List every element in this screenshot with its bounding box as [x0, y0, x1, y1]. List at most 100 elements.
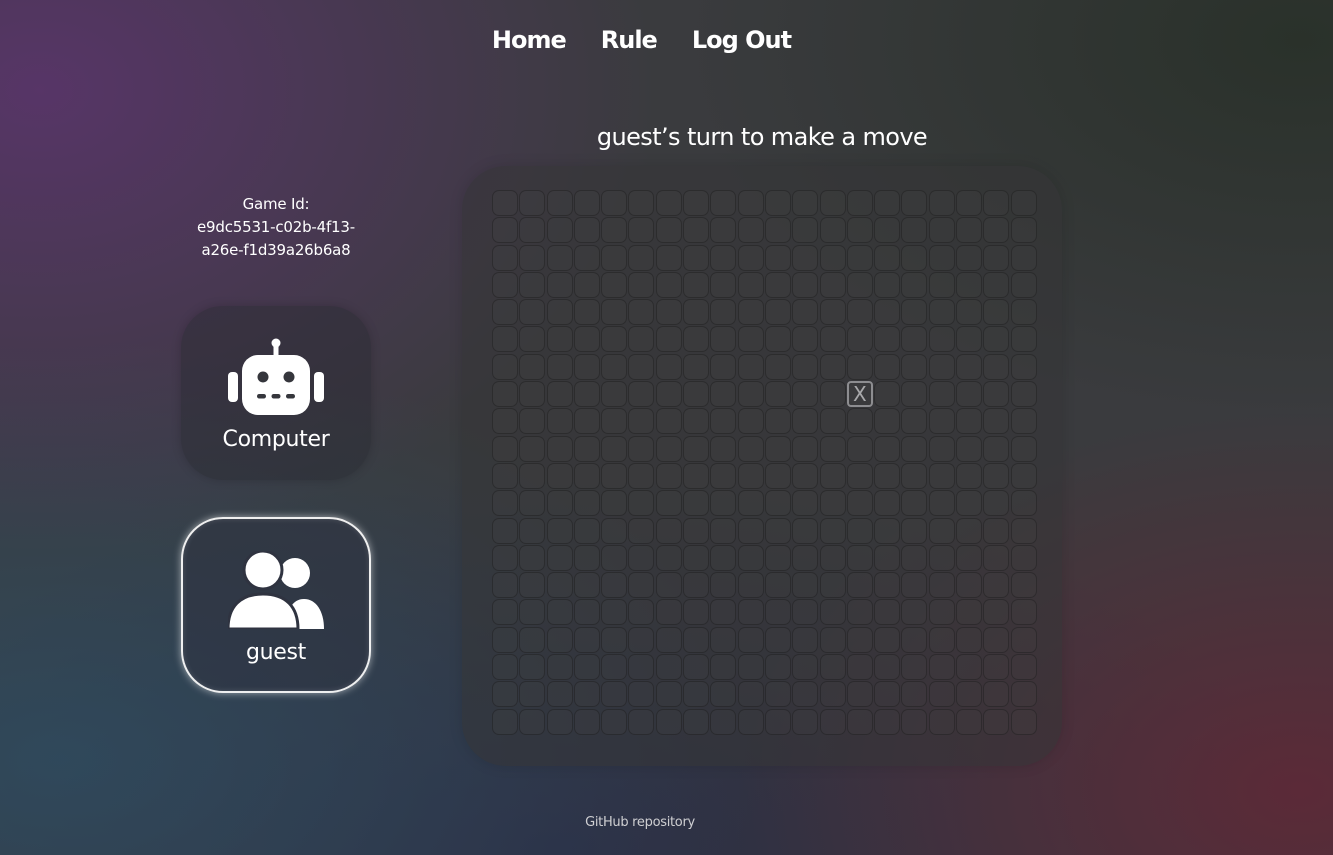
board-cell[interactable]: [874, 517, 901, 544]
board-cell[interactable]: [628, 190, 655, 216]
board-cell[interactable]: [928, 217, 955, 244]
board-cell[interactable]: [683, 626, 710, 653]
board-cell[interactable]: [956, 326, 983, 353]
board-cell[interactable]: [710, 544, 737, 571]
board-cell[interactable]: [601, 517, 628, 544]
board-cell[interactable]: [928, 381, 955, 408]
board-cell[interactable]: [546, 517, 573, 544]
board-cell[interactable]: [573, 381, 600, 408]
board-cell[interactable]: [956, 408, 983, 435]
board-cell[interactable]: [737, 572, 764, 599]
board-cell[interactable]: [492, 244, 518, 271]
board-cell[interactable]: [928, 462, 955, 489]
board-cell[interactable]: [737, 244, 764, 271]
board-cell[interactable]: [628, 572, 655, 599]
board-cell[interactable]: [710, 435, 737, 462]
board-cell[interactable]: [519, 681, 546, 708]
board-cell[interactable]: [792, 353, 819, 380]
board-cell[interactable]: [1010, 599, 1037, 626]
board-cell[interactable]: [655, 681, 682, 708]
board-cell[interactable]: [983, 271, 1010, 298]
board-cell[interactable]: [983, 544, 1010, 571]
board-cell[interactable]: [928, 708, 955, 735]
board-cell[interactable]: [492, 326, 518, 353]
board-cell[interactable]: [819, 462, 846, 489]
board-cell[interactable]: [928, 408, 955, 435]
board-cell[interactable]: [764, 326, 791, 353]
board-cell[interactable]: [819, 544, 846, 571]
board-cell[interactable]: [1010, 217, 1037, 244]
board-cell[interactable]: [546, 326, 573, 353]
board-cell[interactable]: [819, 408, 846, 435]
board-cell[interactable]: [956, 681, 983, 708]
board-cell[interactable]: [737, 190, 764, 216]
board-cell[interactable]: [792, 326, 819, 353]
nav-rule-link[interactable]: Rule: [601, 24, 658, 56]
board-cell[interactable]: [764, 572, 791, 599]
board-cell[interactable]: [819, 299, 846, 326]
board-cell[interactable]: [710, 299, 737, 326]
board-cell[interactable]: [928, 544, 955, 571]
board-cell[interactable]: [655, 708, 682, 735]
board-cell[interactable]: [792, 681, 819, 708]
board-cell[interactable]: [764, 217, 791, 244]
board-cell[interactable]: [874, 490, 901, 517]
board-cell[interactable]: [710, 217, 737, 244]
board-cell[interactable]: [792, 544, 819, 571]
board-cell[interactable]: [655, 408, 682, 435]
board-cell[interactable]: [492, 572, 518, 599]
board-cell[interactable]: [901, 708, 928, 735]
board-cell[interactable]: [764, 490, 791, 517]
board-cell[interactable]: [874, 544, 901, 571]
board-cell[interactable]: [683, 517, 710, 544]
board-cell[interactable]: [901, 381, 928, 408]
board-cell[interactable]: [710, 626, 737, 653]
board-cell[interactable]: [519, 244, 546, 271]
board-cell[interactable]: [628, 326, 655, 353]
board-cell[interactable]: [601, 708, 628, 735]
board-cell[interactable]: [683, 217, 710, 244]
board-cell[interactable]: [983, 435, 1010, 462]
board-cell[interactable]: [737, 353, 764, 380]
board-cell[interactable]: [737, 544, 764, 571]
board-cell[interactable]: [983, 517, 1010, 544]
board-cell[interactable]: [601, 353, 628, 380]
board-cell[interactable]: [683, 708, 710, 735]
board-cell[interactable]: [573, 435, 600, 462]
board-cell[interactable]: [764, 544, 791, 571]
board-cell[interactable]: [573, 217, 600, 244]
board-cell[interactable]: [764, 381, 791, 408]
board-cell[interactable]: [683, 353, 710, 380]
board-cell[interactable]: [764, 244, 791, 271]
board-cell[interactable]: [1010, 490, 1037, 517]
board-cell[interactable]: [901, 299, 928, 326]
board-cell[interactable]: [683, 572, 710, 599]
board-cell[interactable]: [901, 517, 928, 544]
board-cell[interactable]: [546, 217, 573, 244]
board-cell[interactable]: [546, 626, 573, 653]
board-cell[interactable]: [792, 626, 819, 653]
board-cell[interactable]: [655, 299, 682, 326]
board-cell[interactable]: [901, 326, 928, 353]
board-cell[interactable]: [710, 708, 737, 735]
board-cell[interactable]: [928, 572, 955, 599]
board-cell[interactable]: [683, 381, 710, 408]
board-cell[interactable]: [792, 299, 819, 326]
board-cell[interactable]: [1010, 244, 1037, 271]
board-cell[interactable]: [846, 654, 873, 681]
board-cell[interactable]: [601, 490, 628, 517]
board-cell[interactable]: [1010, 708, 1037, 735]
board-cell[interactable]: [874, 244, 901, 271]
board-cell[interactable]: [956, 626, 983, 653]
board-cell[interactable]: [764, 708, 791, 735]
board-cell[interactable]: [792, 381, 819, 408]
board-cell[interactable]: [1010, 626, 1037, 653]
board-cell[interactable]: [901, 408, 928, 435]
board-cell[interactable]: [819, 326, 846, 353]
board-cell[interactable]: [764, 271, 791, 298]
board-cell[interactable]: [655, 544, 682, 571]
board-cell[interactable]: [737, 490, 764, 517]
board-cell[interactable]: [901, 217, 928, 244]
board-cell[interactable]: [655, 353, 682, 380]
board-cell[interactable]: [492, 544, 518, 571]
